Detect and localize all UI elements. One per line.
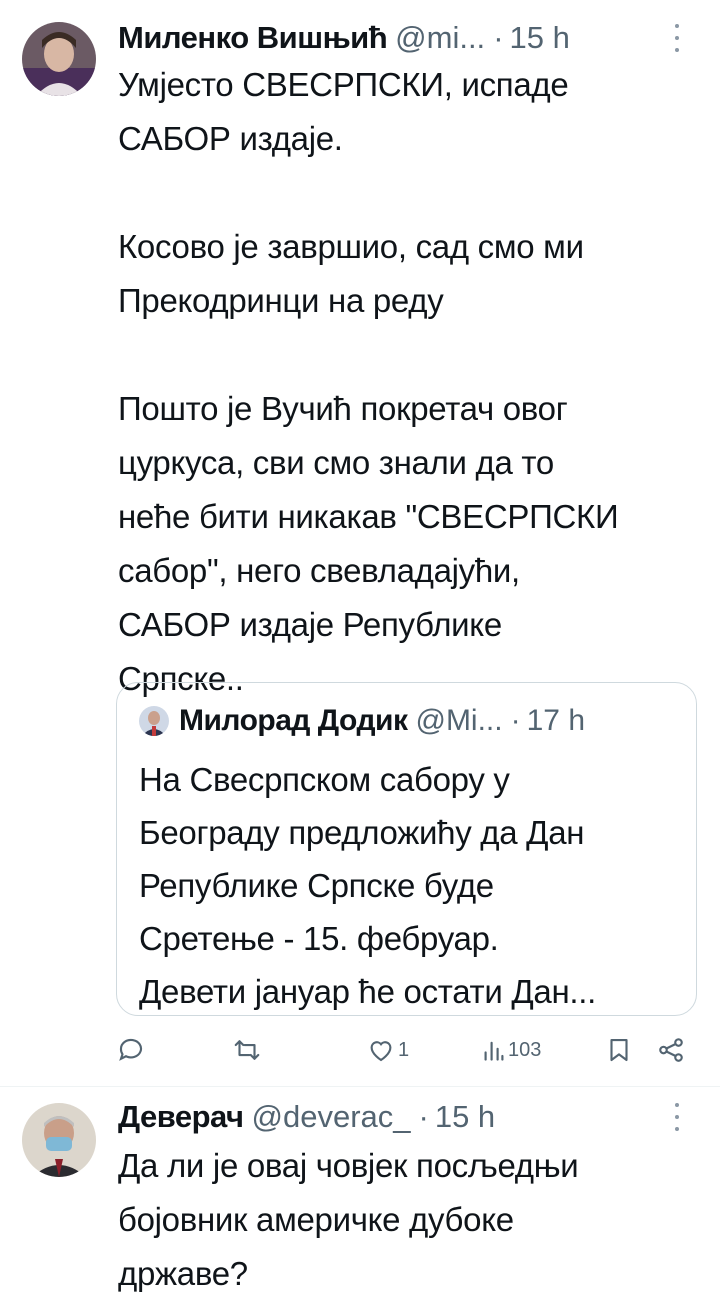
reply-icon	[119, 1038, 143, 1061]
quoted-avatar	[139, 706, 169, 736]
quoted-tweet-time: 17 h	[526, 704, 585, 737]
quoted-author-handle: @Mi...	[415, 704, 503, 737]
bookmark-icon	[610, 1038, 628, 1062]
tweet-time[interactable]: 15 h	[435, 1099, 495, 1135]
quoted-author-name: Милорад Додик	[179, 704, 408, 737]
share-icon	[659, 1038, 683, 1062]
share-button[interactable]	[656, 1028, 686, 1072]
avatar-deverac[interactable]	[22, 1103, 96, 1177]
tweet-header: Деверач @deverac_ · 15 h	[118, 1097, 710, 1137]
views-count: 103	[508, 1038, 542, 1061]
reply-button[interactable]	[116, 1028, 146, 1072]
quoted-tweet[interactable]: Милорад Додик @Mi... · 17 h На Свесрпско…	[116, 682, 697, 1016]
author-name[interactable]: Миленко Вишњић	[118, 20, 388, 56]
heart-icon	[370, 1041, 392, 1062]
bookmark-button[interactable]	[604, 1028, 634, 1072]
tweet-actions: 1 103	[116, 1028, 696, 1072]
separator-dot: ·	[510, 704, 521, 737]
more-options-icon[interactable]	[674, 24, 680, 52]
separator-dot: ·	[418, 1099, 429, 1134]
tweet-milenko[interactable]: Миленко Вишњић @mi... · 15 h Умјесто СВЕ…	[0, 0, 720, 1086]
quoted-tweet-header: Милорад Додик @Mi... · 17 h	[139, 701, 680, 741]
retweet-icon	[234, 1040, 260, 1060]
tweet-time[interactable]: 15 h	[510, 20, 570, 56]
avatar-milenko[interactable]	[22, 22, 96, 96]
tweet-deverac[interactable]: Деверач @deverac_ · 15 h Да ли је овај ч…	[0, 1087, 720, 1292]
tweet-header: Миленко Вишњић @mi... · 15 h	[118, 18, 710, 58]
views-icon	[484, 1041, 504, 1061]
quoted-tweet-text: На Свесрпском сабору у Београду предложи…	[139, 761, 596, 1010]
author-handle[interactable]: @mi...	[395, 20, 485, 56]
like-count: 1	[398, 1038, 410, 1061]
like-button[interactable]: 1	[366, 1028, 409, 1072]
views-button[interactable]: 103	[482, 1028, 541, 1072]
author-handle[interactable]: @deverac_	[252, 1099, 411, 1135]
tweet-text: Да ли је овај човјек посљедњи бојовник а…	[118, 1147, 579, 1292]
tweet-text: Умјесто СВЕСРПСКИ, испаде САБОР издаје. …	[118, 66, 619, 697]
more-options-icon[interactable]	[674, 1103, 680, 1131]
author-name[interactable]: Деверач	[118, 1099, 244, 1135]
separator-dot: ·	[493, 20, 504, 55]
retweet-button[interactable]	[232, 1028, 262, 1072]
